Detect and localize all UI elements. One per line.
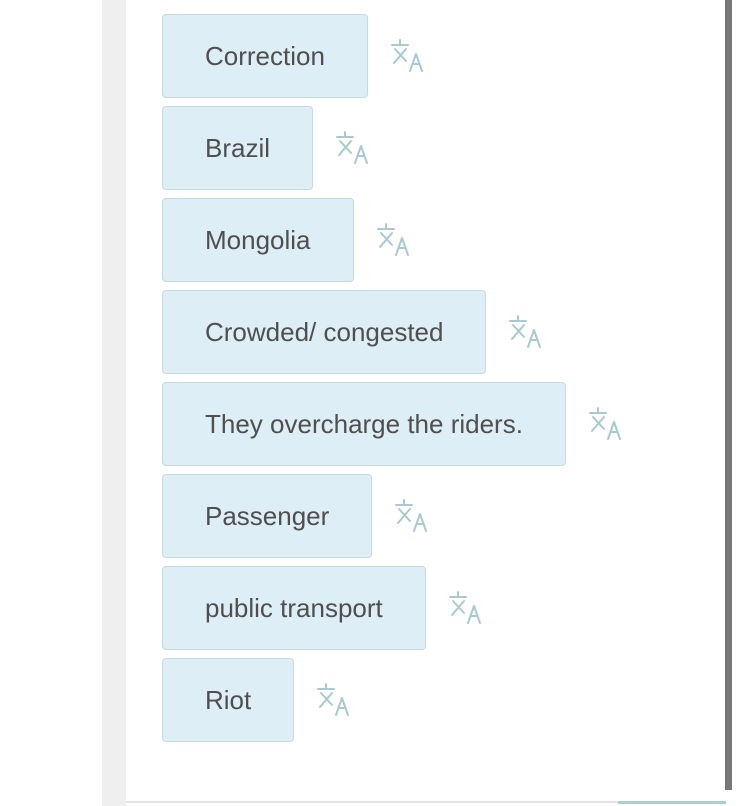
translate-icon[interactable] xyxy=(374,221,412,259)
list-item: Brazil xyxy=(162,106,624,190)
word-list-page: Correction Brazil Mongolia Crowded/ cong… xyxy=(0,0,744,806)
word-chip-brazil[interactable]: Brazil xyxy=(162,106,314,190)
word-chip-correction[interactable]: Correction xyxy=(162,14,368,98)
scrollbar[interactable] xyxy=(725,0,732,790)
translate-icon[interactable] xyxy=(446,589,484,627)
bottom-accent-bar xyxy=(618,801,726,804)
word-chip-riot[interactable]: Riot xyxy=(162,658,295,742)
word-chip-crowded[interactable]: Crowded/ congested xyxy=(162,290,487,374)
list-item: Crowded/ congested xyxy=(162,290,624,374)
list-item: public transport xyxy=(162,566,624,650)
translate-icon[interactable] xyxy=(586,405,624,443)
list-item: Riot xyxy=(162,658,624,742)
list-item: They overcharge the riders. xyxy=(162,382,624,466)
list-item: Passenger xyxy=(162,474,624,558)
word-chip-overcharge[interactable]: They overcharge the riders. xyxy=(162,382,566,466)
translate-icon[interactable] xyxy=(388,37,426,75)
word-chip-mongolia[interactable]: Mongolia xyxy=(162,198,354,282)
word-chip-public-transport[interactable]: public transport xyxy=(162,566,426,650)
list-item: Correction xyxy=(162,14,624,98)
word-list: Correction Brazil Mongolia Crowded/ cong… xyxy=(162,14,624,750)
translate-icon[interactable] xyxy=(333,129,371,167)
translate-icon[interactable] xyxy=(314,681,352,719)
word-chip-passenger[interactable]: Passenger xyxy=(162,474,373,558)
list-item: Mongolia xyxy=(162,198,624,282)
left-gutter xyxy=(102,0,126,806)
translate-icon[interactable] xyxy=(392,497,430,535)
translate-icon[interactable] xyxy=(506,313,544,351)
